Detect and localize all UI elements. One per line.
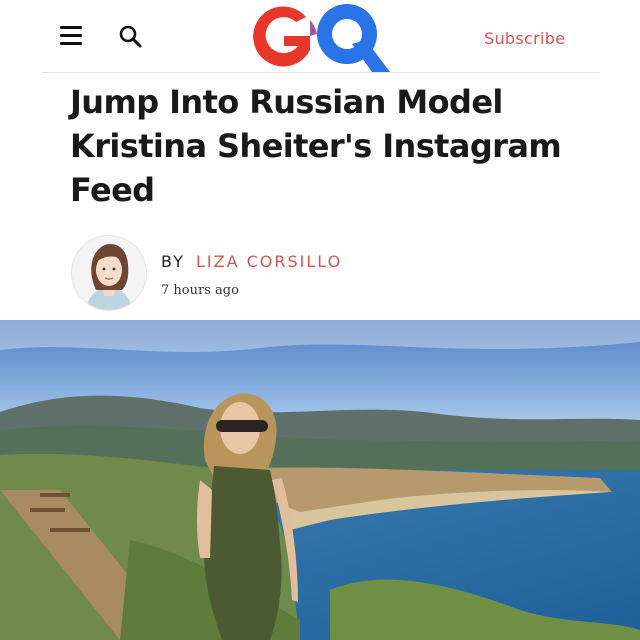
header-divider [42,72,600,73]
byline: BY LIZA CORSILLO [161,252,342,271]
article-hero-image [0,320,640,640]
top-nav-bar: Subscribe [0,0,640,74]
article-headline: Jump Into Russian Model Kristina Sheiter… [70,83,562,209]
author-illustration [72,236,146,310]
publish-timestamp: 7 hours ago [161,283,239,298]
gq-logo[interactable] [244,0,394,72]
author-link[interactable]: LIZA CORSILLO [196,252,342,271]
search-icon[interactable] [118,24,144,50]
subscribe-button[interactable]: Subscribe [484,29,565,48]
menu-icon[interactable] [60,26,82,46]
author-avatar[interactable] [72,236,146,310]
byline-prefix: BY [161,252,185,271]
